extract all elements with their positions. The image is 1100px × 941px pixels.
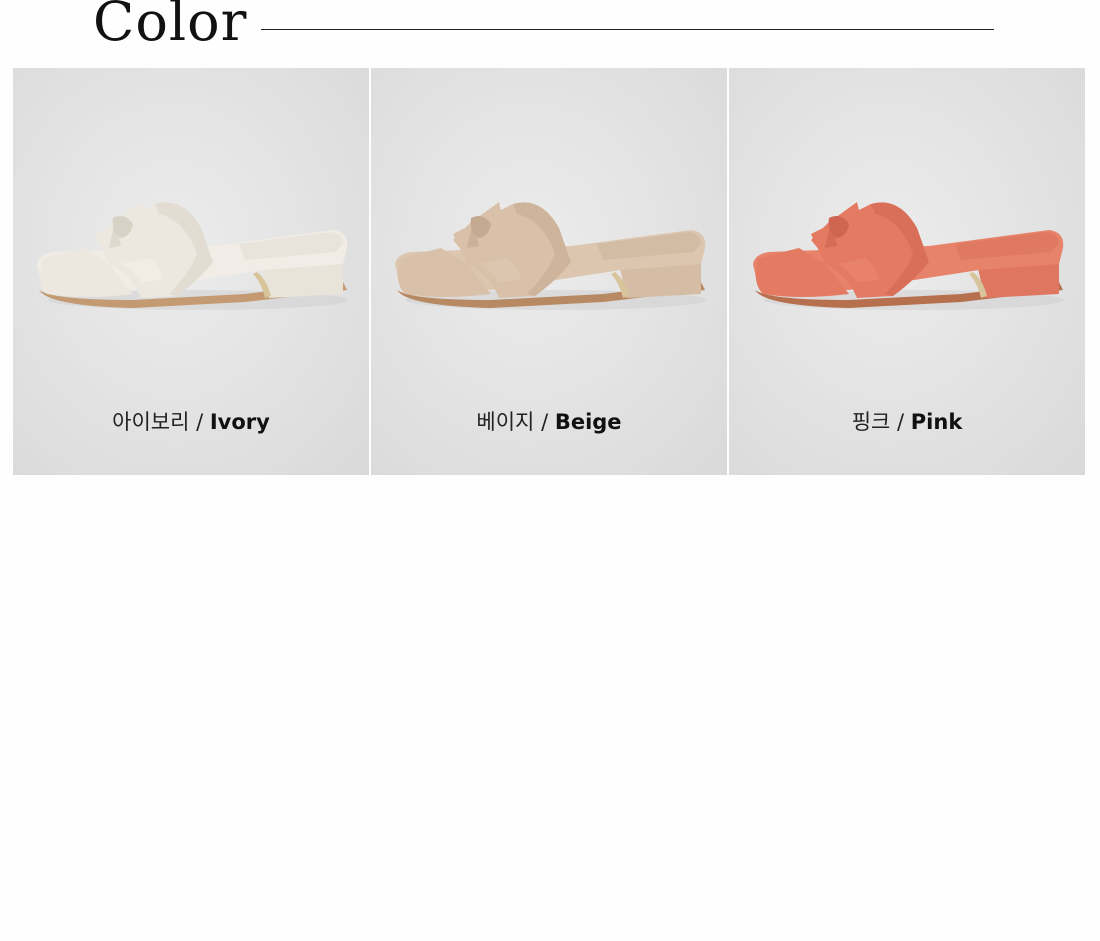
- title-divider: [261, 29, 994, 30]
- color-options-section: Color 아이보리 / Ivory 베이지 / Beige 핑크 / Pink: [0, 0, 1100, 941]
- section-title: Color: [93, 0, 248, 53]
- color-name-korean: 아이보리: [112, 410, 190, 434]
- color-name-english: Ivory: [209, 410, 270, 434]
- swatch-pink[interactable]: 핑크 / Pink: [729, 68, 1085, 475]
- swatch-label: 핑크 / Pink: [729, 406, 1085, 436]
- swatch-label: 베이지 / Beige: [371, 406, 727, 436]
- color-swatch-row: 아이보리 / Ivory 베이지 / Beige 핑크 / Pink: [13, 68, 1085, 475]
- label-separator: /: [189, 410, 210, 434]
- color-name-korean: 핑크: [851, 410, 891, 434]
- swatch-beige[interactable]: 베이지 / Beige: [371, 68, 727, 475]
- label-separator: /: [890, 410, 911, 434]
- swatch-ivory[interactable]: 아이보리 / Ivory: [13, 68, 369, 475]
- swatch-label: 아이보리 / Ivory: [13, 406, 369, 436]
- label-separator: /: [534, 410, 555, 434]
- color-name-korean: 베이지: [476, 410, 535, 434]
- color-name-english: Pink: [910, 410, 963, 434]
- color-name-english: Beige: [554, 410, 622, 434]
